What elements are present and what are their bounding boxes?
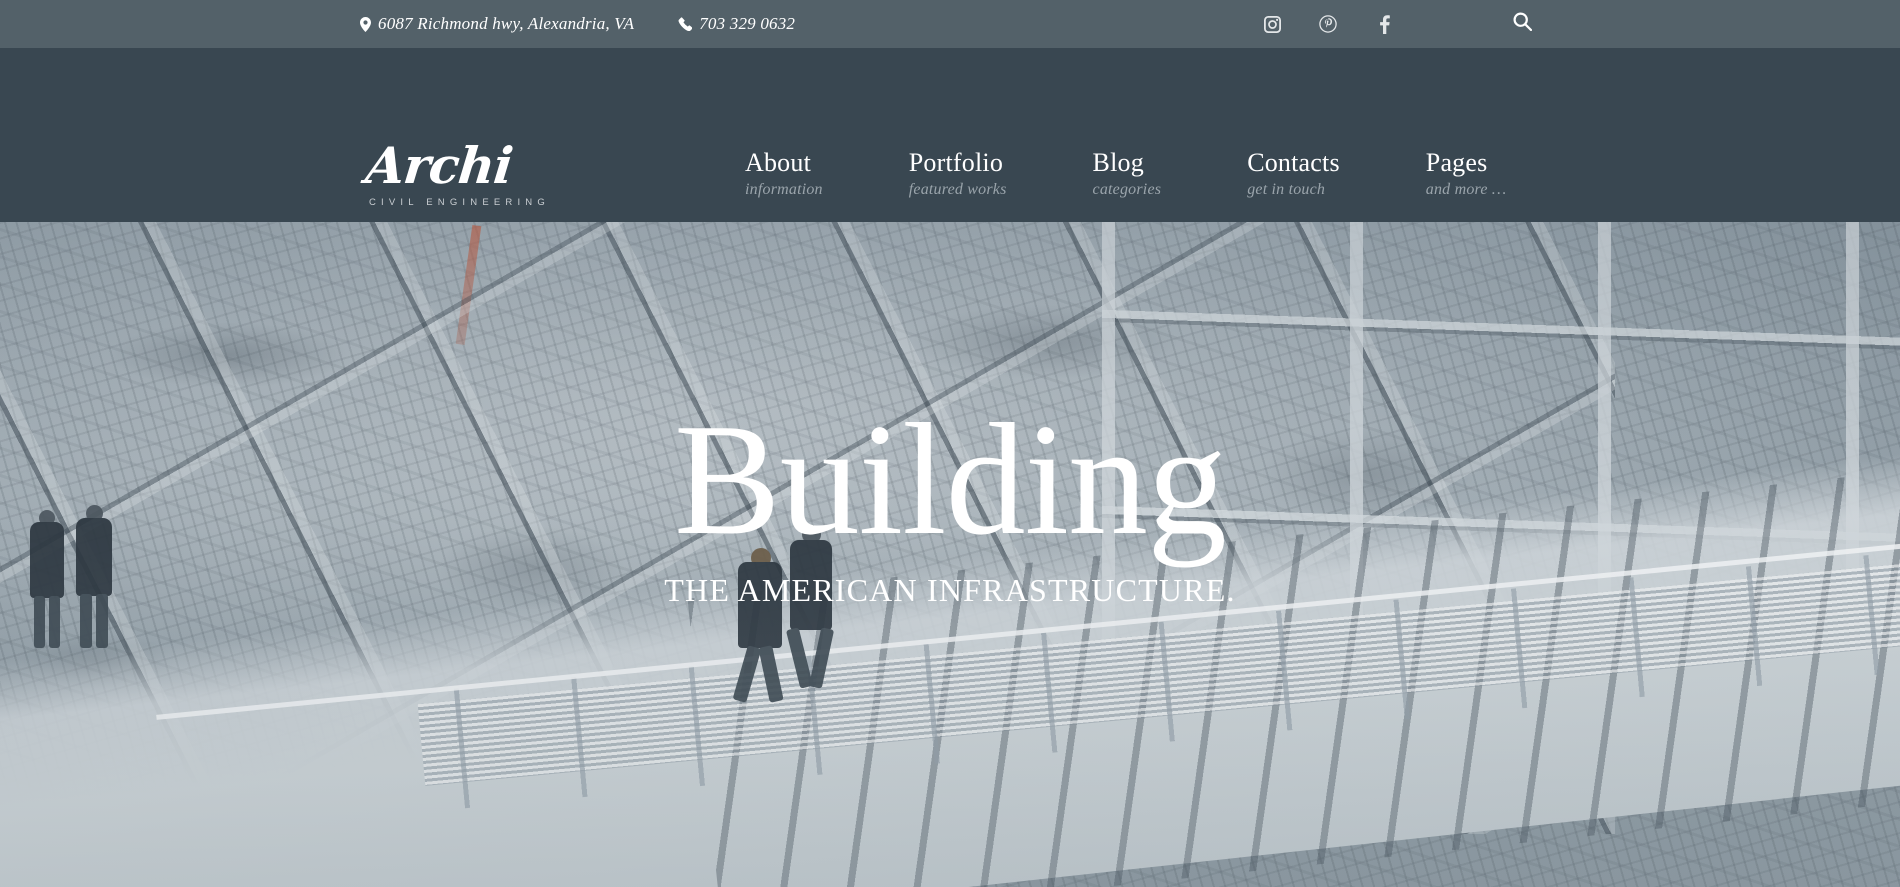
logo-mark: Archi	[362, 136, 516, 195]
logo-tagline: CIVIL ENGINEERING	[369, 197, 550, 208]
nav-item-portfolio[interactable]: Portfolio featured works	[909, 148, 1093, 201]
phone-icon	[678, 17, 693, 31]
contact-group: 6087 Richmond hwy, Alexandria, VA 703 32…	[360, 0, 795, 48]
hero-copy: Building THE AMERICAN INFRASTRUCTURE.	[0, 390, 1900, 609]
search-icon	[1512, 12, 1532, 36]
facebook-icon[interactable]	[1374, 14, 1394, 34]
nav-label: Blog	[1092, 148, 1144, 177]
nav-item-pages[interactable]: Pages and more …	[1426, 148, 1507, 201]
nav-label: About	[745, 148, 811, 177]
nav-item-about[interactable]: About information	[745, 148, 909, 201]
nav-sublabel: information	[745, 181, 823, 198]
nav-item-contacts[interactable]: Contacts get in touch	[1247, 148, 1426, 201]
phone-text: 703 329 0632	[699, 14, 796, 33]
hero-subtitle: THE AMERICAN INFRASTRUCTURE.	[664, 572, 1236, 608]
top-bar: 6087 Richmond hwy, Alexandria, VA 703 32…	[0, 0, 1900, 48]
address-text: 6087 Richmond hwy, Alexandria, VA	[378, 14, 635, 33]
nav-sublabel: get in touch	[1247, 181, 1326, 198]
nav-item-blog[interactable]: Blog categories	[1093, 148, 1248, 201]
nav-sublabel: and more …	[1425, 181, 1507, 198]
social-links	[1262, 0, 1394, 48]
site-header: Archi CIVIL ENGINEERING About informatio…	[0, 48, 1900, 222]
instagram-icon[interactable]	[1262, 14, 1282, 34]
nav-sublabel: categories	[1092, 181, 1162, 198]
nav-label: Contacts	[1247, 148, 1340, 177]
phone-item[interactable]: 703 329 0632	[678, 14, 795, 34]
map-pin-icon	[360, 16, 371, 32]
search-button[interactable]	[1505, 0, 1539, 48]
main-navigation: About information Portfolio featured wor…	[745, 148, 1506, 201]
address-item[interactable]: 6087 Richmond hwy, Alexandria, VA	[360, 14, 634, 34]
hero-section: Building THE AMERICAN INFRASTRUCTURE.	[0, 222, 1900, 887]
nav-sublabel: featured works	[908, 181, 1007, 198]
logo[interactable]: Archi CIVIL ENGINEERING	[362, 136, 550, 208]
nav-label: Portfolio	[908, 148, 1004, 177]
hero-title: Building	[673, 390, 1227, 568]
pinterest-icon[interactable]	[1318, 14, 1338, 34]
nav-label: Pages	[1425, 148, 1488, 177]
